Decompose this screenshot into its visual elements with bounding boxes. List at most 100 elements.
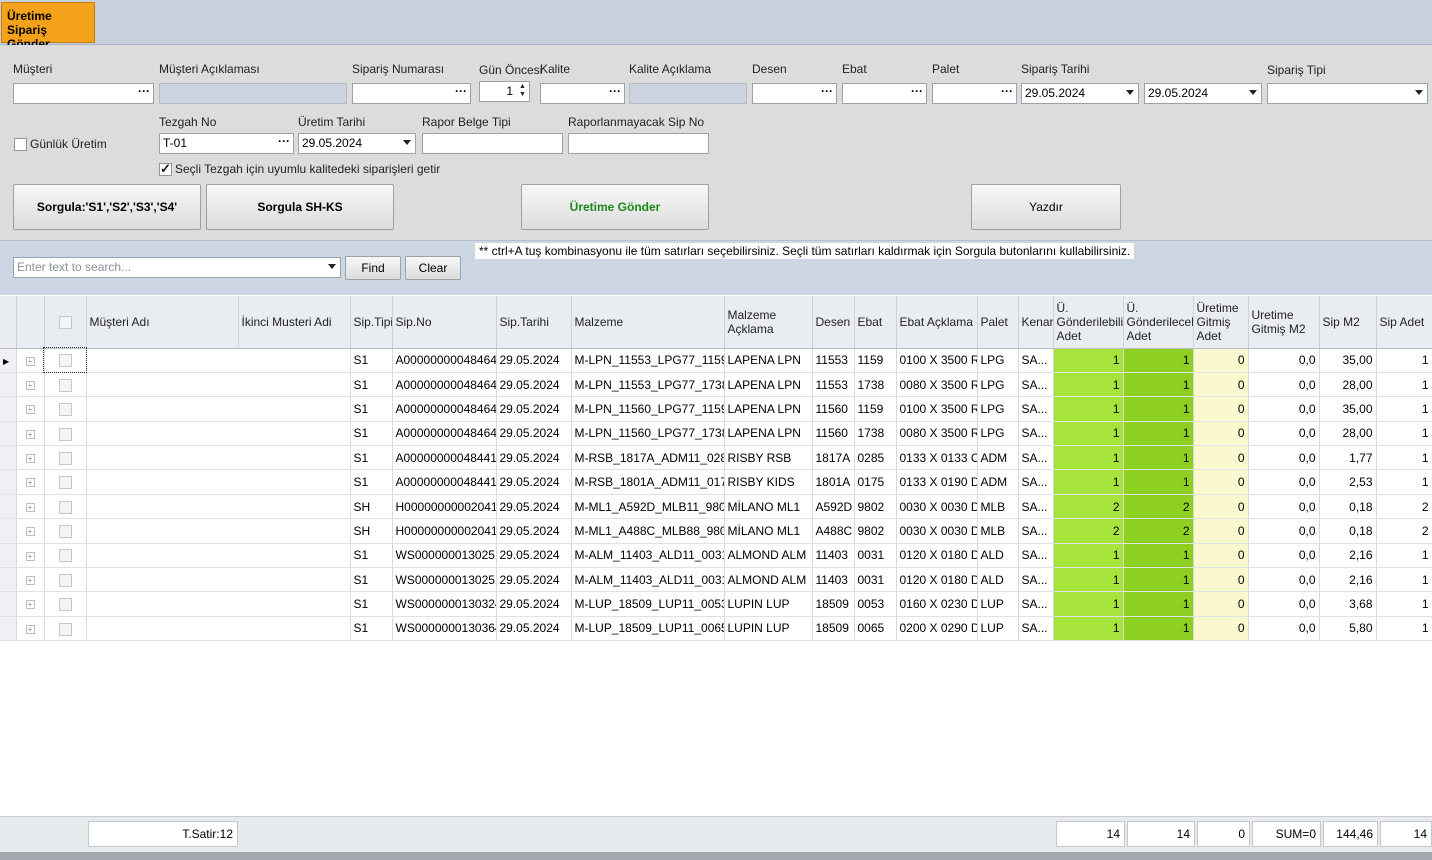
table-cell[interactable]: 0030 X 0030 D — [896, 518, 978, 544]
table-cell[interactable]: A592D — [812, 494, 855, 520]
table-row[interactable]: + S1 A00000000048441 29.05.2024 M-RSB_1801A_… — [0, 469, 1432, 495]
table-cell[interactable]: 29.05.2024 — [496, 445, 572, 471]
expand-cell[interactable]: + — [16, 616, 45, 642]
row-checkbox[interactable] — [58, 500, 72, 514]
table-cell[interactable]: M-RSB_1817A_ADM11_0285 — [571, 445, 725, 471]
table-cell[interactable] — [238, 421, 351, 447]
table-row[interactable]: + SH H00000000002041 29.05.2024 M-ML1_A592D_… — [0, 494, 1432, 520]
expand-cell[interactable]: + — [16, 591, 45, 617]
chevron-down-icon[interactable] — [1249, 90, 1257, 95]
table-cell[interactable] — [86, 372, 238, 398]
table-cell[interactable]: S1 — [350, 372, 393, 398]
table-cell[interactable]: H00000000002041 — [392, 518, 497, 544]
table-cell[interactable]: 1817A — [812, 445, 855, 471]
table-cell[interactable]: LUP — [977, 591, 1019, 617]
table-cell[interactable]: 2 — [1123, 494, 1194, 520]
table-cell[interactable] — [238, 469, 351, 495]
table-cell[interactable]: A00000000048464 — [392, 396, 497, 422]
table-cell[interactable] — [238, 445, 351, 471]
table-cell[interactable]: 0 — [1193, 591, 1249, 617]
table-cell[interactable]: S1 — [350, 591, 393, 617]
row-select-cell[interactable] — [44, 494, 87, 520]
table-cell[interactable]: H00000000002041 — [392, 494, 497, 520]
gunluk-uretim-checkbox[interactable] — [14, 138, 27, 151]
table-cell[interactable]: 1 — [1053, 543, 1124, 569]
table-cell[interactable]: 1 — [1376, 469, 1432, 495]
table-cell[interactable]: M-ML1_A592D_MLB11_9802 — [571, 494, 725, 520]
raporlanmayacak-sip-no-field[interactable] — [568, 133, 709, 154]
table-cell[interactable]: 0120 X 0180 D — [896, 543, 978, 569]
table-cell[interactable]: 0065 — [854, 616, 897, 642]
table-cell[interactable]: 1,77 — [1319, 445, 1377, 471]
table-cell[interactable]: 28,00 — [1319, 372, 1377, 398]
row-checkbox[interactable] — [58, 549, 72, 563]
table-cell[interactable] — [86, 616, 238, 642]
table-cell[interactable]: 35,00 — [1319, 396, 1377, 422]
table-cell[interactable]: 11560 — [812, 421, 855, 447]
table-cell[interactable]: 0 — [1193, 469, 1249, 495]
table-cell[interactable]: SA... — [1018, 494, 1054, 520]
table-cell[interactable]: LPG — [977, 421, 1019, 447]
col-malzeme-aciklama[interactable]: Malzeme Açklama — [724, 296, 813, 349]
table-cell[interactable]: 1801A — [812, 469, 855, 495]
table-cell[interactable]: A00000000048464 — [392, 348, 497, 373]
table-cell[interactable]: 1738 — [854, 421, 897, 447]
table-cell[interactable]: WS0000000130324 — [392, 591, 497, 617]
table-cell[interactable]: 1 — [1376, 348, 1432, 373]
table-cell[interactable]: 0133 X 0133 C — [896, 445, 978, 471]
table-cell[interactable]: 35,00 — [1319, 348, 1377, 373]
expand-plus-icon[interactable]: + — [25, 551, 35, 561]
col-malzeme[interactable]: Malzeme — [571, 296, 725, 349]
table-cell[interactable]: 0285 — [854, 445, 897, 471]
table-cell[interactable]: 29.05.2024 — [496, 518, 572, 544]
table-cell[interactable]: 1 — [1053, 445, 1124, 471]
table-cell[interactable]: 5,80 — [1319, 616, 1377, 642]
table-row[interactable]: ▶ + S1 A00000000048464 29.05.2024 M-LPN_11553… — [0, 346, 1432, 374]
col-sip-no[interactable]: Sip.No — [392, 296, 497, 349]
table-cell[interactable]: S1 — [350, 616, 393, 642]
table-cell[interactable]: SA... — [1018, 616, 1054, 642]
table-cell[interactable] — [86, 591, 238, 617]
expand-cell[interactable]: + — [16, 567, 45, 593]
table-cell[interactable]: 0,18 — [1319, 518, 1377, 544]
table-cell[interactable]: 0031 — [854, 543, 897, 569]
lookup-dots-icon[interactable]: ··· — [455, 84, 467, 101]
table-cell[interactable]: 0,0 — [1248, 372, 1320, 398]
row-select-cell[interactable] — [44, 445, 87, 471]
table-cell[interactable] — [86, 543, 238, 569]
chevron-down-icon[interactable] — [328, 264, 336, 269]
table-cell[interactable]: 29.05.2024 — [496, 396, 572, 422]
table-cell[interactable]: SA... — [1018, 567, 1054, 593]
gun-oncesi-spinner[interactable]: 1 ▲ ▼ — [479, 81, 530, 102]
row-select-cell[interactable] — [44, 543, 87, 569]
col-uretime-gitmis-m2[interactable]: Uretime Gitmiş M2 — [1248, 296, 1320, 349]
table-cell[interactable]: 1 — [1123, 567, 1194, 593]
expand-plus-icon[interactable]: + — [25, 380, 35, 390]
table-cell[interactable]: 0160 X 0230 D — [896, 591, 978, 617]
table-cell[interactable]: 29.05.2024 — [496, 591, 572, 617]
row-checkbox[interactable] — [58, 573, 72, 587]
table-cell[interactable]: 1 — [1123, 396, 1194, 422]
table-cell[interactable]: 0080 X 3500 R — [896, 421, 978, 447]
table-cell[interactable]: 1 — [1053, 567, 1124, 593]
table-cell[interactable] — [86, 518, 238, 544]
uretime-gonder-button[interactable]: Üretime Gönder — [521, 184, 709, 230]
chevron-down-icon[interactable] — [403, 140, 411, 145]
expand-plus-icon[interactable]: + — [25, 624, 35, 634]
table-cell[interactable]: SH — [350, 494, 393, 520]
table-cell[interactable]: 0 — [1193, 348, 1249, 373]
table-cell[interactable]: S1 — [350, 445, 393, 471]
table-cell[interactable]: 0,0 — [1248, 396, 1320, 422]
table-cell[interactable]: 29.05.2024 — [496, 616, 572, 642]
table-cell[interactable]: 0 — [1193, 494, 1249, 520]
table-cell[interactable]: 0,0 — [1248, 421, 1320, 447]
table-cell[interactable] — [86, 421, 238, 447]
lookup-dots-icon[interactable]: ··· — [609, 84, 621, 101]
table-cell[interactable]: 1 — [1053, 591, 1124, 617]
table-cell[interactable]: 0133 X 0190 D — [896, 469, 978, 495]
row-select-cell[interactable] — [44, 616, 87, 642]
col-musteri-adi[interactable]: Müşteri Adı — [86, 296, 239, 349]
table-cell[interactable]: SA... — [1018, 445, 1054, 471]
table-row[interactable]: + S1 A00000000048464 29.05.2024 M-LPN_11553_… — [0, 372, 1432, 398]
expand-plus-icon[interactable]: + — [25, 405, 35, 415]
